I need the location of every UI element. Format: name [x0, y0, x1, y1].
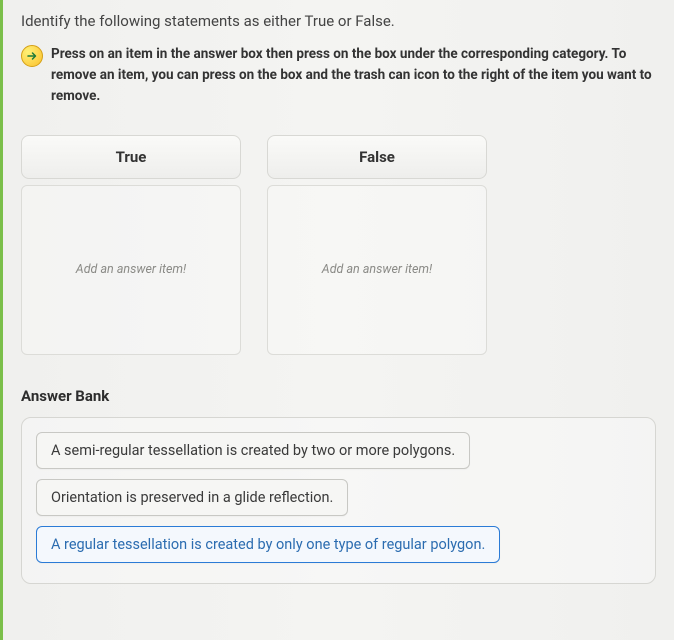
dropzone-false[interactable]: Add an answer item! — [267, 185, 487, 355]
dropzone-placeholder: Add an answer item! — [76, 262, 186, 277]
dropzone-placeholder: Add an answer item! — [322, 262, 432, 277]
answer-bank-container: A semi-regular tessellation is created b… — [21, 417, 656, 584]
question-prompt: Identify the following statements as eit… — [21, 12, 656, 30]
category-false: False Add an answer item! — [267, 135, 487, 355]
instructions-text: Press on an item in the answer box then … — [51, 44, 656, 107]
categories-container: True Add an answer item! False Add an an… — [21, 135, 656, 355]
instructions-row: Press on an item in the answer box then … — [21, 44, 656, 107]
arrow-right-icon — [21, 45, 43, 67]
category-true: True Add an answer item! — [21, 135, 241, 355]
answer-item[interactable]: A semi-regular tessellation is created b… — [36, 432, 470, 469]
answer-item[interactable]: Orientation is preserved in a glide refl… — [36, 479, 348, 516]
answer-item[interactable]: A regular tessellation is created by onl… — [36, 526, 500, 563]
dropzone-true[interactable]: Add an answer item! — [21, 185, 241, 355]
category-header-false: False — [267, 135, 487, 179]
category-header-true: True — [21, 135, 241, 179]
answer-bank-title: Answer Bank — [21, 387, 656, 405]
